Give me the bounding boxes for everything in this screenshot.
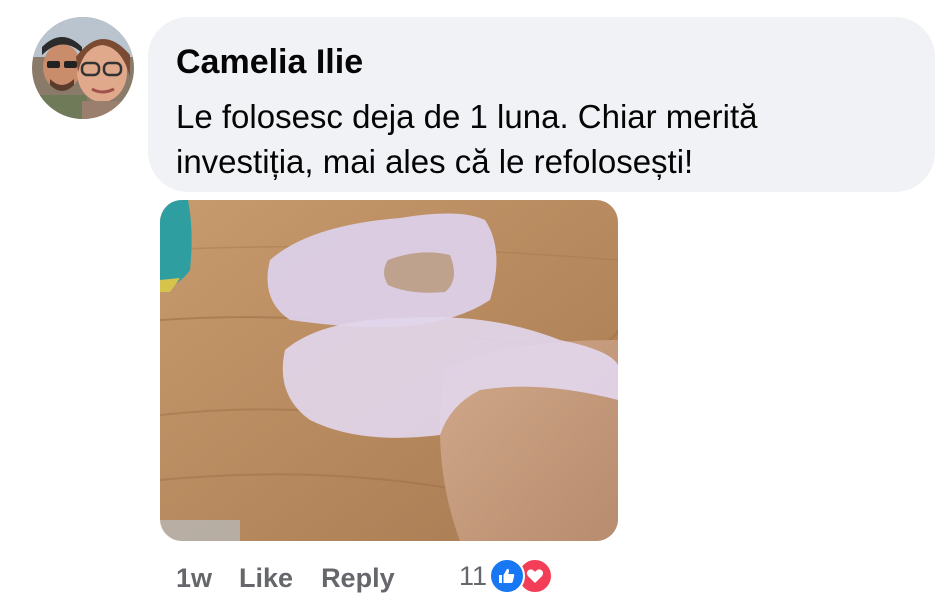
- comment-author[interactable]: Camelia Ilie: [176, 41, 907, 83]
- like-button[interactable]: Like: [239, 563, 293, 594]
- comment-timestamp[interactable]: 1w: [176, 563, 212, 594]
- comment-bubble: Camelia Ilie Le folosesc deja de 1 luna.…: [148, 17, 935, 192]
- comment: Camelia Ilie Le folosesc deja de 1 luna.…: [0, 0, 947, 606]
- reply-button[interactable]: Reply: [321, 563, 395, 594]
- reactions-summary[interactable]: 11: [459, 556, 554, 596]
- comment-text-line: investiția, mai ales că le refolosești!: [176, 143, 694, 180]
- avatar[interactable]: [32, 17, 134, 119]
- comment-actions: 1w Like Reply: [176, 558, 395, 598]
- like-reaction-icon: [489, 558, 526, 594]
- comment-text-line: Le folosesc deja de 1 luna. Chiar merită: [176, 98, 758, 135]
- attached-photo[interactable]: [160, 200, 618, 541]
- reaction-count: 11: [459, 560, 488, 591]
- comment-text: Le folosesc deja de 1 luna. Chiar merită…: [176, 94, 907, 184]
